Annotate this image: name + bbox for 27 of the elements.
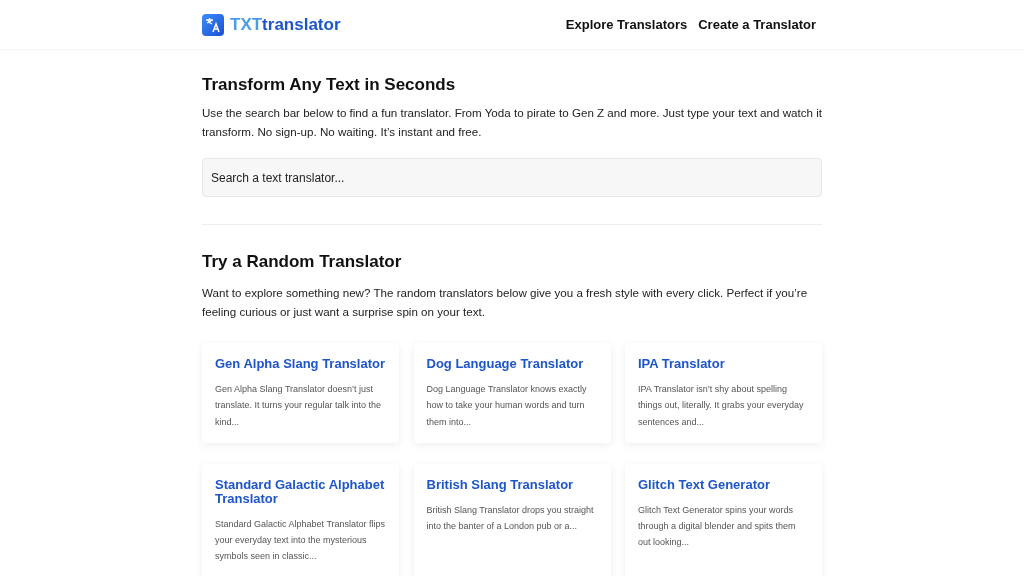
card-excerpt: Standard Galactic Alphabet Translator flips your everyday text into the mysterious symbols seen in classic... — [215, 517, 386, 564]
card-title[interactable]: Dog Language Translator — [426, 357, 598, 371]
page-title: Transform Any Text in Seconds — [202, 75, 457, 95]
card-excerpt: IPA Translator isn’t shy about spelling things out, literally. It grabs your everyday sentences and... — [638, 383, 805, 429]
translator-card[interactable]: Glitch Text Generator Glitch Text Generator spins your words through a digital blender and spits them out looking... — [625, 463, 822, 576]
nav-link[interactable]: Explore Translators — [565, 17, 688, 32]
nav-link[interactable]: Create a Translator — [698, 17, 816, 32]
card-excerpt: British Slang Translator drops you straight into the banter of a London pub or a... — [426, 503, 595, 534]
card-title[interactable]: Gen Alpha Slang Translator — [215, 357, 386, 371]
card-excerpt: Glitch Text Generator spins your words through a digital blender and spits them out looking... — [638, 503, 797, 550]
section-title: Try a Random Translator — [202, 252, 403, 272]
card-title[interactable]: IPA Translator — [638, 357, 809, 371]
card-title[interactable]: Glitch Text Generator — [638, 477, 809, 492]
translator-card[interactable]: Gen Alpha Slang Translator Gen Alpha Slang Translator doesn’t just translate. It turns your regular talk into the kind... — [202, 343, 399, 443]
card-excerpt: Gen Alpha Slang Translator doesn’t just translate. It turns your regular talk into the kind... — [215, 383, 383, 429]
translator-card[interactable]: British Slang Translator British Slang Translator drops you straight into the banter of a London pub or a... — [413, 463, 611, 576]
logo-text[interactable]: TXTtranslator — [230, 14, 341, 35]
card-title[interactable]: British Slang Translator — [426, 477, 598, 492]
section-text: Want to explore something new? The random translators below give you a fresh style with every click. Perfect if you’re feeling curious or just want a surprise spin on your text. — [202, 285, 809, 320]
card-title[interactable]: Standard Galactic Alphabet Translator — [215, 477, 386, 506]
translator-card[interactable]: Dog Language Translator Dog Language Translator knows exactly how to take your human words and turn them into... — [413, 343, 611, 443]
translator-card[interactable]: IPA Translator IPA Translator isn’t shy about spelling things out, literally. It grabs your everyday sentences and... — [625, 343, 822, 443]
intro-text: Use the search bar below to find a fun translator. From Yoda to pirate to Gen Z and more. Just type your text and watch it transform. No sign-up. No waiting. It’s instant and free. — [202, 105, 822, 140]
search-field[interactable]: Search a text translator... — [202, 158, 822, 197]
card-excerpt: Dog Language Translator knows exactly how to take your human words and turn them into... — [426, 383, 588, 429]
translator-card[interactable]: Standard Galactic Alphabet Translator Standard Galactic Alphabet Translator flips your everyday text into the mysterious symbols seen in classic... — [202, 463, 399, 576]
translate-icon — [202, 13, 224, 36]
